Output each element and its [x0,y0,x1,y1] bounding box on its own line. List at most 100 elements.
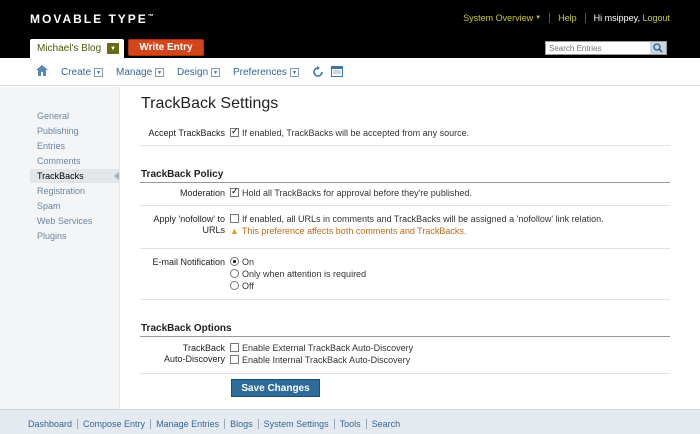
nav-label: Manage [116,67,153,78]
divider [140,205,670,206]
autodiscovery-label-line2: Auto-Discovery [163,354,225,364]
divider [224,419,226,429]
home-icon[interactable] [36,65,48,78]
footer-link-compose-entry[interactable]: Compose Entry [83,419,145,429]
app-footer: Dashboard Compose Entry Manage Entries B… [0,409,700,434]
divider [140,373,670,374]
sidebar-item-plugins[interactable]: Plugins [37,231,67,241]
logo-tm: ™ [147,14,154,20]
logo-text: MOVABLE TYPE [30,12,148,26]
autodiscovery-label-line1: TrackBack [182,343,225,353]
sidebar-item-entries[interactable]: Entries [37,141,65,151]
search-input[interactable] [546,42,652,54]
chevron-down-icon[interactable]: ▼ [535,15,541,21]
nofollow-label-line2: URLs [202,225,225,235]
footer-link-tools[interactable]: Tools [340,419,361,429]
email-radio-off[interactable] [230,281,239,290]
settings-sidebar: General Publishing Entries Comments Trac… [0,87,120,409]
nav-preferences[interactable]: Preferences ▼ [233,67,299,78]
footer-link-manage-entries[interactable]: Manage Entries [156,419,219,429]
save-changes-button[interactable]: Save Changes [231,379,320,397]
email-option-off[interactable]: Off [230,281,254,291]
accept-trackbacks-option: If enabled, TrackBacks will be accepted … [230,126,470,138]
email-radio-attention[interactable] [230,269,239,278]
chevron-down-icon[interactable]: ▼ [211,68,221,77]
nav-create[interactable]: Create ▼ [61,67,104,78]
nofollow-label-line1: Apply 'nofollow' to [153,214,225,224]
sidebar-item-comments[interactable]: Comments [37,156,81,166]
accept-trackbacks-label: Accept TrackBacks [148,128,225,138]
section-title-policy: TrackBack Policy [141,169,224,180]
footer-link-dashboard[interactable]: Dashboard [28,419,72,429]
divider [77,419,79,429]
email-option-on[interactable]: On [230,257,254,267]
email-option-attention[interactable]: Only when attention is required [230,269,366,279]
nofollow-checkbox[interactable] [230,214,239,223]
footer-link-system-settings[interactable]: System Settings [264,419,329,429]
greeting-text: Hi msippey, [593,13,640,23]
external-autodiscovery-checkbox[interactable] [230,343,239,352]
nav-label: Create [61,67,92,78]
nofollow-warning: ▲ This preference affects both comments a… [230,226,466,236]
divider [140,299,670,300]
chevron-down-icon[interactable]: ▼ [107,43,119,54]
section-divider [140,336,670,337]
divider [140,248,670,249]
logout-link[interactable]: Logout [642,13,670,23]
divider [140,145,670,146]
sidebar-item-general[interactable]: General [37,111,69,121]
sidebar-item-publishing[interactable]: Publishing [37,126,79,136]
search-icon[interactable] [650,42,666,54]
nav-manage[interactable]: Manage ▼ [116,67,165,78]
blog-name: Michael's Blog [37,43,102,54]
nofollow-text: If enabled, all URLs in comments and Tra… [242,214,604,224]
warning-icon: ▲ [230,226,239,236]
refresh-icon[interactable] [312,66,324,80]
top-links: System Overview ▼ Help Hi msippey, Logou… [463,13,670,23]
sidebar-item-trackbacks[interactable]: TrackBacks [30,169,120,183]
sidebar-item-registration[interactable]: Registration [37,186,85,196]
page-title: TrackBack Settings [141,95,279,112]
moderation-label: Moderation [179,188,225,198]
external-autodiscovery-option: Enable External TrackBack Auto-Discovery [230,343,413,353]
moderation-checkbox[interactable] [230,186,239,197]
write-entry-button[interactable]: Write Entry [128,39,204,56]
app-header: MOVABLE TYPE™ System Overview ▼ Help Hi … [0,0,700,58]
movable-type-logo[interactable]: MOVABLE TYPE™ [30,12,154,26]
section-divider [140,182,670,183]
autodiscovery-label: TrackBack Auto-Discovery [140,343,225,365]
footer-link-blogs[interactable]: Blogs [230,419,253,429]
sidebar-item-web-services[interactable]: Web Services [37,216,92,226]
nofollow-option: If enabled, all URLs in comments and Tra… [230,214,604,224]
chevron-down-icon[interactable]: ▼ [94,68,104,77]
email-notification-label: E-mail Notification [152,257,225,267]
user-greeting: Hi msippey, Logout [594,13,670,23]
divider [365,419,367,429]
nav-design[interactable]: Design ▼ [177,67,221,78]
search-box [545,41,667,55]
divider [333,419,335,429]
email-option-label: Only when attention is required [242,269,367,279]
email-option-label: Off [242,281,254,291]
internal-autodiscovery-text: Enable Internal TrackBack Auto-Discovery [242,355,411,365]
view-site-icon[interactable] [331,66,343,79]
moderation-text: Hold all TrackBacks for approval before … [242,188,472,198]
nav-label: Design [177,67,209,78]
main-nav: Create ▼ Manage ▼ Design ▼ Preferences ▼ [0,58,700,86]
divider [549,13,551,23]
sidebar-item-spam[interactable]: Spam [37,201,61,211]
blog-selector[interactable]: Michael's Blog ▼ [30,39,124,58]
divider [584,13,586,23]
external-autodiscovery-text: Enable External TrackBack Auto-Discovery [242,343,414,353]
system-overview-link[interactable]: System Overview [463,13,533,23]
footer-link-search[interactable]: Search [372,419,401,429]
internal-autodiscovery-checkbox[interactable] [230,355,239,364]
email-option-label: On [242,257,255,267]
divider [257,419,259,429]
help-link[interactable]: Help [558,13,577,23]
email-radio-on[interactable] [230,257,239,266]
accept-trackbacks-checkbox[interactable] [230,126,239,137]
chevron-down-icon[interactable]: ▼ [289,68,299,77]
chevron-down-icon[interactable]: ▼ [155,68,165,77]
accept-trackbacks-text: If enabled, TrackBacks will be accepted … [242,128,470,138]
